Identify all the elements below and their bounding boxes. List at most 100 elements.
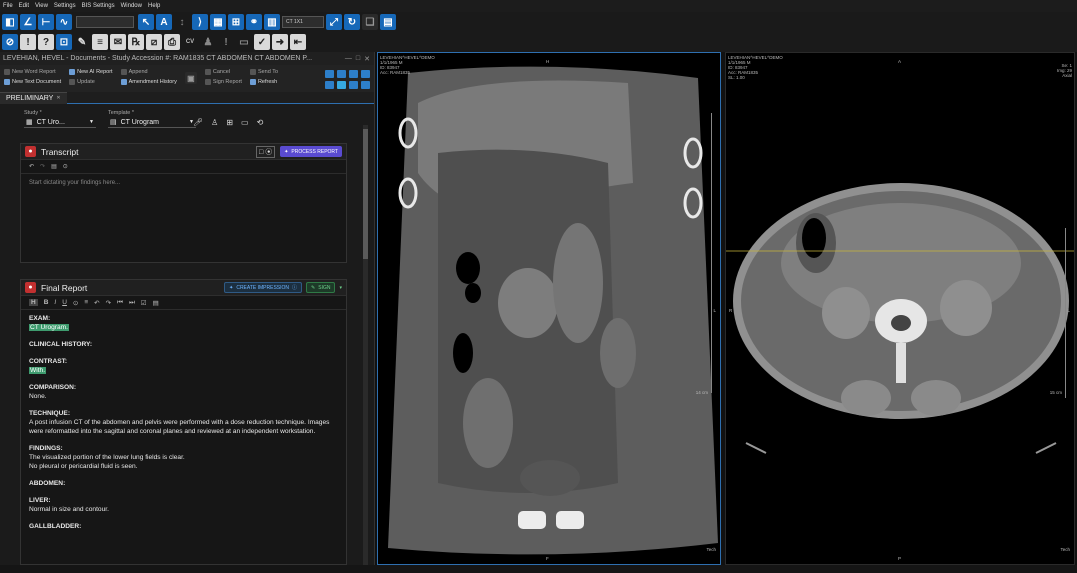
target-icon[interactable]: ⊙ [73, 299, 78, 307]
table-icon[interactable]: ⊞ [226, 118, 233, 127]
panel-icon[interactable]: ▤ [380, 14, 396, 30]
tool-grid-icon[interactable] [349, 81, 358, 89]
report-scrollbar[interactable] [363, 125, 368, 565]
history-icon[interactable]: ⊙ [63, 163, 68, 170]
mail-icon[interactable]: ✉ [110, 34, 126, 50]
scrollbar-thumb[interactable] [363, 129, 368, 259]
study-select[interactable]: ▦ CT Uro... ▼ [24, 117, 96, 128]
close-icon[interactable]: ✕ [364, 55, 370, 63]
align-icon[interactable]: ≡ [84, 299, 88, 306]
cv-button[interactable]: CV [182, 34, 198, 50]
pan-icon[interactable]: ↕ [174, 14, 190, 30]
book-icon[interactable]: ▥ [264, 14, 280, 30]
template-select[interactable]: ▤ CT Urogram ▼ [108, 117, 196, 128]
viewport-axial[interactable]: LEVEHIAN^HEVEL^DEMO 1/1/1965 M ID: 83947… [725, 52, 1075, 565]
process-report-button[interactable]: ✦ PROCESS REPORT [280, 146, 342, 157]
menu-view[interactable]: View [32, 3, 51, 9]
sign-report-button[interactable]: Sign Report [204, 79, 242, 85]
menu-file[interactable]: File [0, 3, 16, 9]
transcript-input[interactable]: Start dictating your findings here... [21, 174, 346, 192]
append-button[interactable]: Append [120, 69, 177, 75]
tool-grid-icon[interactable] [361, 70, 370, 78]
person-icon[interactable]: ♙ [211, 118, 218, 127]
report-editor[interactable]: EXAM: CT Urogram. CLINICAL HISTORY: CONT… [21, 310, 346, 555]
new-text-document-button[interactable]: New Text Document [4, 79, 61, 85]
window-level-icon[interactable]: ◧ [2, 14, 18, 30]
undo-icon[interactable]: ↶ [94, 299, 99, 307]
mic-icon[interactable]: ● [25, 282, 36, 293]
help-icon[interactable]: ? [38, 34, 54, 50]
tab-preliminary[interactable]: PRELIMINARY ✕ [0, 91, 67, 104]
clipboard-icon[interactable]: ▤ [153, 299, 159, 307]
document-icon[interactable]: ≡ [92, 34, 108, 50]
tool-grid-icon[interactable] [325, 81, 334, 89]
menu-edit[interactable]: Edit [16, 3, 32, 9]
menu-bis-settings[interactable]: BIS Settings [79, 3, 118, 9]
grid-layout-icon[interactable]: ▦ [210, 14, 226, 30]
update-button[interactable]: Update [69, 79, 112, 85]
angle-icon[interactable]: ∠ [20, 14, 36, 30]
skip-forward-icon[interactable]: ⏭ [129, 299, 135, 307]
comment-icon[interactable]: ▭ [241, 118, 249, 127]
tool-grid-icon[interactable] [361, 81, 370, 89]
undo-icon[interactable]: ↶ [29, 163, 34, 170]
cine-icon[interactable]: ⟩ [192, 14, 208, 30]
prescription-icon[interactable]: ℞ [128, 34, 144, 50]
folder-icon[interactable]: ▭ [236, 34, 252, 50]
mic-icon[interactable]: ● [25, 146, 36, 157]
viewport-coronal[interactable]: LEVEHIAN^HEVEL^DEMO 1/1/1965 M ID: 83947… [377, 52, 721, 565]
reset-icon[interactable]: ↻ [344, 14, 360, 30]
fit-icon[interactable]: ⤢ [326, 14, 342, 30]
pointer-icon[interactable]: ↖ [138, 14, 154, 30]
link-icon[interactable]: ⚭ [246, 14, 262, 30]
menu-help[interactable]: Help [145, 3, 163, 9]
curve-icon[interactable]: ∿ [56, 14, 72, 30]
cancel-button[interactable]: Cancel [204, 69, 242, 75]
new-word-report-button[interactable]: New Word Report [4, 69, 61, 75]
microphone-icon[interactable]: 🎤︎ [193, 118, 203, 127]
tool-grid-icon[interactable] [337, 70, 346, 78]
chevron-down-icon[interactable]: ▾ [339, 285, 342, 291]
tool-grid-icon[interactable] [337, 81, 346, 89]
pen-icon[interactable]: ✎ [74, 34, 90, 50]
exclamation-icon[interactable]: ! [218, 34, 234, 50]
tool-combo[interactable] [76, 16, 134, 28]
maximize-icon[interactable]: □ [356, 55, 360, 63]
clipboard-icon[interactable]: ▤ [51, 163, 57, 170]
amendment-history-button[interactable]: Amendment History [120, 79, 177, 85]
record-toggle[interactable]: □ ⦿ [256, 145, 276, 158]
rotate-icon[interactable]: ⟲ [257, 118, 264, 127]
menu-settings[interactable]: Settings [51, 3, 79, 9]
disc-icon[interactable]: ⊘ [2, 34, 18, 50]
send-to-button[interactable]: Send To [249, 69, 278, 75]
checklist-icon[interactable]: ☑ [141, 299, 147, 307]
alert-icon[interactable]: ! [20, 34, 36, 50]
create-impression-button[interactable]: ✦ CREATE IMPRESSION ⓘ [224, 282, 303, 293]
print-icon[interactable]: ⎙ [164, 34, 180, 50]
bold-button[interactable]: B [44, 299, 49, 306]
refresh-button[interactable]: Refresh [249, 79, 278, 85]
menu-window[interactable]: Window [118, 3, 145, 9]
text-annotation-icon[interactable]: A [156, 14, 172, 30]
folder-import-icon[interactable]: ⇤ [290, 34, 306, 50]
underline-button[interactable]: U [62, 299, 67, 306]
minimize-icon[interactable]: — [345, 55, 352, 63]
tool-grid-icon[interactable] [325, 70, 334, 78]
skip-back-icon[interactable]: ⏮ [117, 299, 123, 307]
bell-icon[interactable]: ♟ [200, 34, 216, 50]
italic-button[interactable]: I [54, 299, 56, 306]
series-layout-icon[interactable]: ⊞ [228, 14, 244, 30]
folder-send-icon[interactable]: ➜ [272, 34, 288, 50]
layout-combo[interactable]: CT 1X1 [282, 16, 324, 28]
tab-close-icon[interactable]: ✕ [56, 95, 60, 101]
save-icon[interactable]: ▣ [184, 72, 197, 84]
edit-box-icon[interactable]: ⧄ [146, 34, 162, 50]
new-ai-report-button[interactable]: New AI Report [69, 69, 113, 75]
ruler-icon[interactable]: ⊢ [38, 14, 54, 30]
sign-button[interactable]: ✎ SIGN [306, 282, 336, 293]
key-image-icon[interactable]: ⊡ [56, 34, 72, 50]
folder-check-icon[interactable]: ✓ [254, 34, 270, 50]
redo-icon[interactable]: ↷ [40, 163, 45, 170]
stack-icon[interactable]: ❏ [362, 14, 378, 30]
tool-grid-icon[interactable] [349, 70, 358, 78]
